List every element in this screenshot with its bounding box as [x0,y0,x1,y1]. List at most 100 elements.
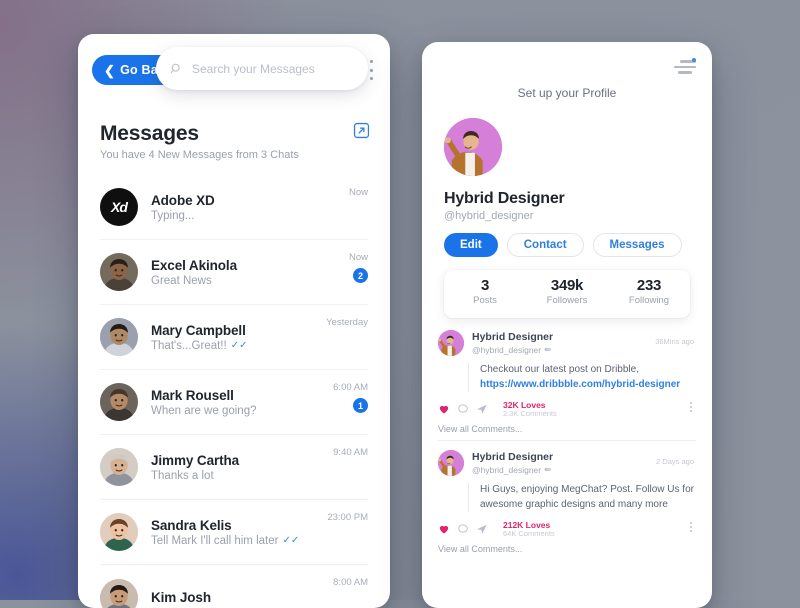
avatar[interactable] [444,118,502,176]
profile-block: Hybrid Designer @hybrid_designer EditCon… [422,100,712,257]
share-icon: ⇚ [544,464,551,475]
chat-item-meta: 8:00 AM [333,577,368,588]
chat-list-item[interactable]: Kim Josh 8:00 AM [100,565,368,608]
chat-item-name: Kim Josh [151,590,211,605]
avatar [100,448,138,486]
chevron-left-icon: ❮ [104,64,115,77]
post-engagement: 32K Loves2.3K Comments [503,400,557,418]
chat-item-meta: 23:00 PM [327,512,368,523]
avatar[interactable] [438,450,464,476]
chat-item-time: 8:00 AM [333,577,368,588]
chat-item-preview: That's...Great!!✓✓ [151,340,247,352]
view-all-comments-link[interactable]: View all Comments... [438,424,696,434]
chat-item-preview: When are we going? [151,405,256,417]
chat-item-name: Mary Campbell [151,323,247,338]
search-bar[interactable] [156,47,368,90]
post-body: Checkout our latest post on Dribble,http… [468,363,696,392]
comment-button[interactable] [457,523,469,535]
post-overflow-menu-icon[interactable] [690,402,692,412]
chat-item-preview: Great News [151,275,237,287]
compose-message-icon[interactable] [353,122,370,144]
post-author-block: Hybrid Designer@hybrid_designer⇚ [472,331,553,355]
post-header: Hybrid Designer@hybrid_designer⇚2 Days a… [438,450,696,476]
stat-label: Following [608,295,690,306]
unread-badge: 2 [353,268,368,283]
profile-button-edit[interactable]: Edit [444,233,498,257]
post-author-name: Hybrid Designer [472,331,553,343]
like-button[interactable] [438,403,450,415]
chat-item-name: Excel Akinola [151,258,237,273]
chat-item-time: Now [349,187,368,198]
post-author-block: Hybrid Designer@hybrid_designer⇚ [472,451,553,475]
chat-list-item[interactable]: Mark RousellWhen are we going? 6:00 AM1 [100,370,368,435]
post-overflow-menu-icon[interactable] [690,522,692,532]
post-author-handle: @hybrid_designer⇚ [472,464,553,475]
comment-button[interactable] [457,403,469,415]
feed-post: Hybrid Designer@hybrid_designer⇚ 36Mins a… [438,330,696,441]
chat-item-name: Jimmy Cartha [151,453,239,468]
chat-item-meta: Yesterday [326,317,368,328]
profile-action-buttons: Edit Contact Messages [444,233,690,257]
stat-value: 233 [608,277,690,294]
heart-icon [438,403,450,415]
chat-item-text: Mark RousellWhen are we going? [151,388,256,417]
chat-item-time: 9:40 AM [333,447,368,458]
profile-topbar [422,42,712,88]
profile-button-messages[interactable]: Messages [593,233,682,257]
chat-list-item[interactable]: Xd Adobe XDTyping... Now [100,175,368,240]
chat-item-text: Excel Akinola Great News [151,258,237,287]
stat-value: 349k [526,277,608,294]
chat-item-preview: Tell Mark I'll call him later✓✓ [151,535,299,547]
post-feed: Hybrid Designer@hybrid_designer⇚36Mins a… [422,330,712,560]
unread-badge: 1 [353,398,368,413]
share-button[interactable] [476,523,488,535]
profile-phone-frame: Set up your Profile Hybrid Designer @hyb… [422,42,712,608]
avatar[interactable] [438,330,464,356]
post-actions: 212K Loves64K Comments [438,520,696,538]
post-body: Hi Guys, enjoying MegChat? Post. Follow … [468,483,696,512]
chat-item-text: Kim Josh [151,590,211,605]
chat-list-item[interactable]: Sandra Kelis Tell Mark I'll call him late… [100,500,368,565]
notification-dot [692,58,696,62]
search-icon [170,62,183,75]
stat-label: Posts [444,295,526,306]
search-input[interactable] [192,62,354,76]
heart-icon [438,523,450,535]
chat-item-meta: 9:40 AM [333,447,368,458]
profile-handle: @hybrid_designer [444,210,690,222]
adobe-xd-logo-icon: Xd [100,188,138,226]
messages-subtitle: You have 4 New Messages from 3 Chats [100,149,368,161]
share-button[interactable] [476,403,488,415]
send-icon [476,403,488,415]
chat-item-text: Adobe XDTyping... [151,193,215,222]
post-author-name: Hybrid Designer [472,451,553,463]
chat-item-meta: Now [349,187,368,198]
post-header: Hybrid Designer@hybrid_designer⇚ 36Mins a… [438,330,696,356]
post-actions: 32K Loves2.3K Comments [438,400,696,418]
stat-posts[interactable]: 3Posts [444,270,526,318]
avatar [100,253,138,291]
stat-label: Followers [526,295,608,306]
chat-list-item[interactable]: Mary Campbell That's...Great!!✓✓ Yesterday [100,305,368,370]
stat-following[interactable]: 233Following [608,270,690,318]
view-all-comments-link[interactable]: View all Comments... [438,544,696,554]
hamburger-menu-icon[interactable] [674,60,696,77]
chat-list-item[interactable]: Jimmy CarthaThanks a lot 9:40 AM [100,435,368,500]
profile-button-contact[interactable]: Contact [507,233,584,257]
post-link[interactable]: https://www.dribbble.com/hybrid-designer [480,379,680,390]
like-button[interactable] [438,523,450,535]
post-engagement: 212K Loves64K Comments [503,520,555,538]
chat-item-text: Jimmy CarthaThanks a lot [151,453,239,482]
chat-list-item[interactable]: Excel AkinolaGreat NewsNow2 [100,240,368,305]
stat-followers[interactable]: 349kFollowers [526,270,608,318]
chat-item-name: Sandra Kelis [151,518,299,533]
chat-list: Xd Adobe XDTyping... Now Excel Akinola Great… [78,175,390,608]
share-icon: ⇚ [544,344,551,355]
avatar [100,579,138,608]
chat-item-meta: 6:00 AM1 [333,382,368,413]
avatar [100,318,138,356]
messages-header: Messages You have 4 New Messages from 3 … [78,104,390,161]
messages-phone-frame: ❮ Go Back Messages You have 4 New Messag… [78,34,390,608]
post-timestamp: 36Mins ago [655,337,694,346]
feed-post: Hybrid Designer@hybrid_designer⇚2 Days a… [438,450,696,560]
